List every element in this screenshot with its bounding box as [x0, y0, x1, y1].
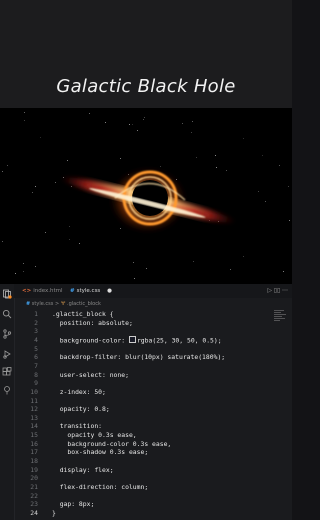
- css-file-icon: #: [26, 301, 31, 307]
- code-line: background-color: rgba(25, 30, 50, 0.5);: [52, 335, 222, 345]
- line-number: 14: [30, 422, 38, 431]
- code-token: rgba(25, 30, 50, 0.5);: [136, 336, 222, 345]
- code-line: gap: 8px;: [52, 500, 95, 509]
- split-editor-icon[interactable]: ▯▯: [274, 288, 281, 294]
- line-number: 20: [30, 474, 38, 483]
- selector-icon: 🝖: [60, 301, 66, 307]
- remote-icon[interactable]: [2, 385, 12, 395]
- code-line: user-select: none;: [52, 370, 129, 379]
- line-number: 13: [30, 413, 38, 422]
- tab-index-html[interactable]: <> index.html: [22, 284, 63, 298]
- line-number: 24: [30, 508, 38, 517]
- black-hole-graphic: [60, 166, 236, 234]
- breadcrumb-separator: >: [54, 301, 60, 307]
- line-number: 3: [34, 327, 38, 336]
- run-debug-icon[interactable]: [2, 349, 12, 359]
- css-file-icon: #: [70, 288, 75, 294]
- black-hole-preview: [0, 108, 292, 284]
- explorer-icon[interactable]: [2, 289, 12, 299]
- tab-label: style.css: [76, 288, 101, 294]
- search-icon[interactable]: [2, 309, 12, 319]
- code-line: }: [52, 508, 56, 517]
- code-editor: <> index.html # style.css ● ▷ ▯▯ ⋯ # style…: [0, 284, 292, 520]
- banner-title: Galactic Black Hole: [56, 76, 236, 97]
- code-line: flex-direction: column;: [52, 483, 149, 491]
- code-line: display: flex;: [52, 465, 114, 474]
- line-number: 15: [30, 431, 38, 440]
- line-number: 8: [34, 370, 38, 379]
- line-number: 12: [30, 405, 38, 414]
- more-actions-icon[interactable]: ⋯: [282, 288, 288, 294]
- unsaved-dot-icon: ●: [107, 288, 112, 294]
- code-line: backdrop-filter: blur(10px) saturate(180…: [52, 353, 226, 362]
- line-number: 10: [30, 387, 38, 396]
- source-control-icon[interactable]: [2, 329, 12, 339]
- code-line: background-color 0.3s ease,: [52, 439, 172, 448]
- code-line: .glactic_block {: [52, 310, 114, 318]
- line-number: 22: [30, 491, 38, 500]
- line-number: 6: [34, 353, 38, 362]
- activity-bar: [0, 284, 15, 520]
- code-line: opacity: 0.8;: [52, 405, 110, 414]
- line-number: 19: [30, 465, 38, 474]
- run-icon[interactable]: ▷: [267, 288, 272, 294]
- line-number: 7: [34, 361, 38, 370]
- breadcrumb: # style.css > 🝖 .glactic_block: [26, 299, 101, 309]
- html-file-icon: <>: [22, 288, 32, 294]
- code-line: position: absolute;: [52, 318, 133, 327]
- line-number: 11: [30, 396, 38, 405]
- line-number: 16: [30, 439, 38, 448]
- line-number: 9: [34, 379, 38, 388]
- editor-tabs: <> index.html # style.css ● ▷ ▯▯ ⋯: [14, 284, 292, 298]
- tab-style-css[interactable]: # style.css ●: [70, 284, 112, 298]
- code-line: box-shadow 0.3s ease;: [52, 448, 149, 457]
- breadcrumb-selector[interactable]: .glactic_block: [67, 301, 101, 307]
- line-number: 23: [30, 500, 38, 509]
- extensions-icon[interactable]: [2, 367, 12, 377]
- code-line: opacity 0.3s ease,: [52, 431, 137, 440]
- editor-actions: ▷ ▯▯ ⋯: [267, 287, 288, 294]
- title-banner: Galactic Black Hole: [0, 0, 292, 108]
- minimap[interactable]: [274, 310, 288, 322]
- line-number: 2: [34, 318, 38, 327]
- line-number: 21: [30, 483, 38, 491]
- tab-label: index.html: [33, 288, 63, 294]
- code-line: z-index: 50;: [52, 387, 106, 396]
- color-swatch[interactable]: [128, 335, 136, 343]
- line-number: 18: [30, 457, 38, 466]
- code-token: background-color:: [52, 336, 129, 345]
- line-number: 17: [30, 448, 38, 457]
- line-number: 4: [34, 335, 38, 344]
- line-number: 5: [34, 344, 38, 353]
- breadcrumb-file[interactable]: style.css: [32, 301, 54, 307]
- code-line: transition:: [52, 422, 103, 431]
- line-number: 1: [34, 310, 38, 318]
